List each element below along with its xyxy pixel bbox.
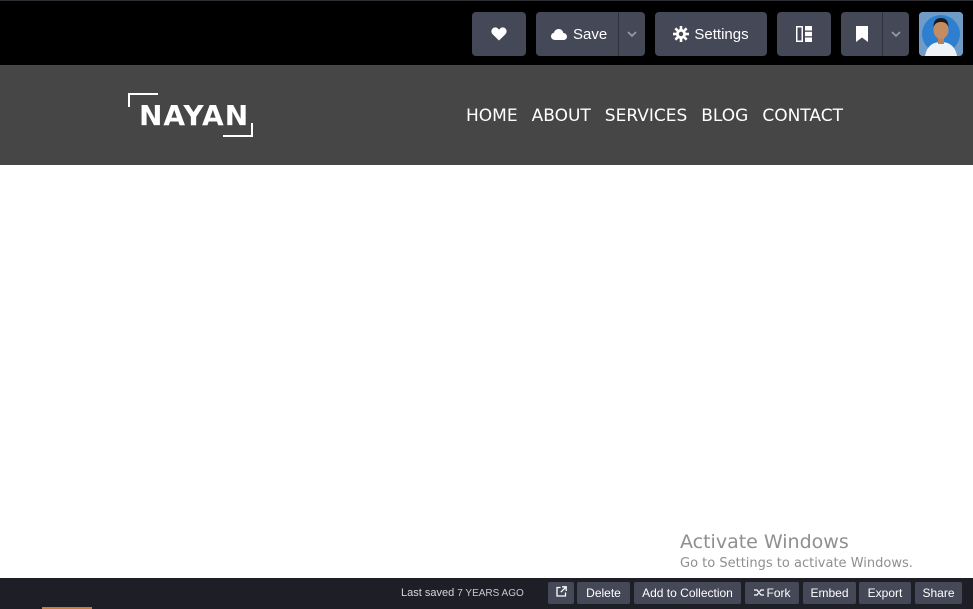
logo-text: NAYAN bbox=[139, 99, 250, 132]
external-link-icon bbox=[555, 586, 567, 600]
open-in-new-window-button[interactable] bbox=[548, 582, 574, 604]
save-button-group: Save bbox=[536, 12, 645, 56]
nav-services[interactable]: SERVICES bbox=[605, 105, 687, 127]
settings-button[interactable]: Settings bbox=[655, 12, 767, 56]
embed-button[interactable]: Embed bbox=[803, 582, 856, 604]
user-avatar[interactable] bbox=[919, 12, 963, 56]
collections-options-button[interactable] bbox=[883, 12, 909, 56]
export-button[interactable]: Export bbox=[859, 582, 911, 604]
site-logo[interactable]: NAYAN bbox=[128, 93, 253, 137]
add-to-collection-button[interactable]: Add to Collection bbox=[634, 582, 741, 604]
chevron-down-icon bbox=[627, 31, 637, 37]
last-saved-prefix: Last saved bbox=[401, 587, 455, 599]
settings-label: Settings bbox=[694, 25, 749, 43]
activate-windows-watermark: Activate Windows Go to Settings to activ… bbox=[680, 531, 913, 575]
chevron-down-icon bbox=[891, 31, 901, 37]
fork-button[interactable]: Fork bbox=[745, 582, 799, 604]
watermark-subtitle: Go to Settings to activate Windows. bbox=[680, 556, 913, 571]
nav-blog[interactable]: BLOG bbox=[701, 105, 748, 127]
last-saved-status: Last saved 7 YEARS AGO bbox=[401, 586, 524, 601]
editor-footer: Last saved 7 YEARS AGO Delete Add to Col… bbox=[0, 578, 973, 609]
watermark-title: Activate Windows bbox=[680, 531, 849, 553]
gear-icon bbox=[673, 26, 690, 42]
nav-about[interactable]: ABOUT bbox=[532, 105, 591, 127]
cloud-icon bbox=[551, 28, 567, 40]
site-header: NAYAN HOME ABOUT SERVICES BLOG CONTACT bbox=[0, 65, 973, 165]
editor-toolbar: Save Settings bbox=[0, 0, 973, 65]
save-options-button[interactable] bbox=[619, 12, 645, 56]
fork-icon bbox=[753, 586, 764, 600]
heart-icon bbox=[491, 27, 507, 41]
nav-home[interactable]: HOME bbox=[466, 105, 518, 127]
share-button[interactable]: Share bbox=[915, 582, 962, 604]
site-nav: HOME ABOUT SERVICES BLOG CONTACT bbox=[466, 105, 843, 127]
save-label: Save bbox=[573, 25, 608, 43]
bookmark-button[interactable] bbox=[841, 12, 882, 56]
bookmark-button-group bbox=[841, 12, 909, 56]
nav-contact[interactable]: CONTACT bbox=[762, 105, 843, 127]
save-button[interactable]: Save bbox=[536, 12, 618, 56]
delete-button[interactable]: Delete bbox=[577, 582, 630, 604]
layout-icon bbox=[796, 26, 812, 42]
bookmark-icon bbox=[855, 26, 868, 42]
last-saved-time: 7 YEARS AGO bbox=[457, 588, 524, 599]
heart-button[interactable] bbox=[472, 12, 526, 56]
change-view-button[interactable] bbox=[777, 12, 831, 56]
fork-label: Fork bbox=[766, 586, 791, 600]
